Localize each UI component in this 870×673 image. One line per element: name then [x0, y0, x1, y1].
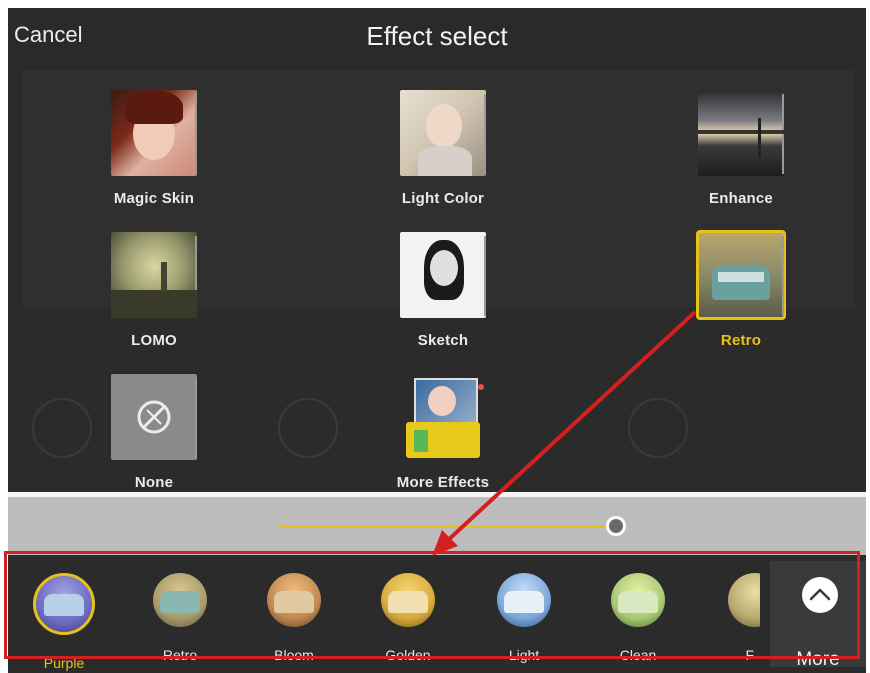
page-title: Effect select	[366, 21, 508, 51]
effect-none[interactable]: None	[79, 374, 229, 491]
intensity-slider-track[interactable]	[278, 525, 608, 528]
effect-retro[interactable]: Retro	[666, 230, 816, 349]
effect-more-effects[interactable]: More Effects	[368, 374, 518, 491]
none-thumbnail	[111, 374, 197, 460]
intensity-slider-bar	[8, 492, 866, 555]
magic-skin-thumbnail	[111, 90, 197, 176]
intensity-slider-knob[interactable]	[606, 516, 626, 536]
effect-label: Light Color	[401, 190, 485, 207]
light-color-thumbnail	[400, 90, 486, 176]
effect-label: More Effects	[396, 474, 490, 491]
effect-lomo[interactable]: LOMO	[79, 232, 229, 349]
effect-magic-skin[interactable]: Magic Skin	[79, 90, 229, 207]
retro-thumbnail	[696, 230, 786, 320]
effect-label: Retro	[720, 332, 762, 349]
lomo-thumbnail	[111, 232, 197, 318]
ghost-circle	[628, 398, 688, 458]
sketch-thumbnail	[400, 232, 486, 318]
effect-label: LOMO	[131, 332, 177, 349]
no-effect-icon	[137, 400, 171, 434]
top-bar: Cancel Effect select	[8, 8, 866, 70]
ghost-circle	[278, 398, 338, 458]
effect-label: Enhance	[709, 190, 773, 207]
effect-sketch[interactable]: Sketch	[368, 232, 518, 349]
enhance-thumbnail	[698, 90, 784, 176]
effect-label: Sketch	[417, 332, 469, 349]
annotation-highlight-box	[4, 551, 860, 659]
effect-label: Magic Skin	[113, 190, 195, 207]
effect-enhance[interactable]: Enhance	[666, 90, 816, 207]
effect-light-color[interactable]: Light Color	[368, 90, 518, 207]
effect-label: None	[134, 474, 174, 491]
more-effects-thumbnail	[400, 374, 486, 460]
